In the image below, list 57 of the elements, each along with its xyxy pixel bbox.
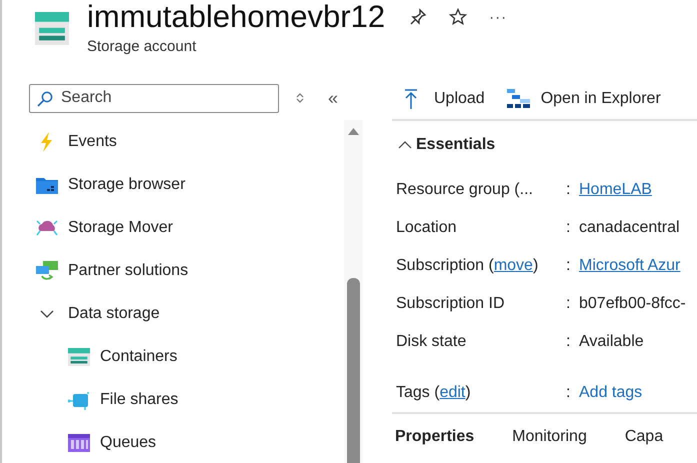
field-label: Tags (edit) bbox=[396, 384, 472, 402]
collapse-button[interactable]: « bbox=[328, 88, 338, 108]
sort-icon bbox=[296, 92, 304, 104]
scroll-up-icon bbox=[348, 128, 359, 135]
explorer-icon bbox=[506, 89, 531, 109]
separator: : bbox=[566, 384, 572, 402]
essentials-toggle[interactable]: Essentials bbox=[392, 123, 697, 167]
separator: : bbox=[566, 181, 572, 199]
storage-icon bbox=[68, 348, 90, 366]
separator: : bbox=[566, 219, 572, 237]
resource-type: Storage account bbox=[87, 38, 198, 55]
menu-item[interactable]: Containers bbox=[100, 348, 178, 366]
open-explorer-button[interactable]: Open in Explorer bbox=[506, 89, 661, 109]
tab[interactable]: Capa bbox=[624, 428, 664, 446]
tab[interactable]: Monitoring bbox=[512, 428, 587, 446]
field-label: Resource group (... bbox=[396, 181, 534, 199]
queue-icon bbox=[68, 434, 90, 452]
storage-icon bbox=[35, 12, 69, 45]
menu-item[interactable]: Storage browser bbox=[68, 176, 186, 194]
separator: : bbox=[566, 333, 572, 351]
menu-item[interactable]: Partner solutions bbox=[68, 262, 188, 280]
field-label: Subscription ID bbox=[396, 295, 506, 313]
scrollbar[interactable] bbox=[344, 120, 363, 463]
separator: : bbox=[566, 295, 572, 313]
more-button[interactable]: ··· bbox=[489, 8, 508, 26]
menu-item[interactable]: Events bbox=[68, 132, 117, 150]
add-tags-link[interactable]: Add tags bbox=[579, 384, 642, 402]
separator: : bbox=[566, 257, 572, 275]
field-label: Disk state bbox=[396, 333, 468, 351]
file-share-icon bbox=[68, 390, 90, 410]
label-link[interactable]: move bbox=[494, 257, 533, 274]
scrollbar-thumb[interactable] bbox=[347, 278, 360, 463]
cloud-icon bbox=[36, 218, 58, 238]
pin-icon bbox=[409, 8, 428, 26]
menu-group[interactable]: Data storage bbox=[68, 304, 160, 322]
field-label: Location bbox=[396, 219, 458, 237]
transfer-icon bbox=[36, 260, 58, 280]
chevron-down-icon[interactable] bbox=[40, 310, 54, 318]
menu-item[interactable]: Queues bbox=[100, 434, 156, 452]
field-value: canadacentral bbox=[579, 219, 680, 237]
upload-icon bbox=[404, 89, 418, 109]
menu-item[interactable]: File shares bbox=[100, 390, 178, 408]
field-value: Available bbox=[579, 333, 644, 351]
tab[interactable]: Properties bbox=[395, 428, 474, 446]
menu-item[interactable]: Storage Mover bbox=[68, 218, 173, 236]
upload-button[interactable]: Upload bbox=[404, 89, 485, 109]
label-link[interactable]: edit bbox=[440, 384, 466, 401]
value-link[interactable]: Microsoft Azur bbox=[579, 257, 680, 275]
field-label: Subscription (move) bbox=[396, 257, 540, 275]
value-link[interactable]: HomeLAB bbox=[579, 181, 652, 199]
search-icon bbox=[37, 90, 53, 106]
field-value: b07efb00-8fcc- bbox=[579, 295, 686, 313]
resource-title: immutablehomevbr12 bbox=[87, 0, 386, 35]
star-icon bbox=[449, 8, 468, 26]
lightning-icon bbox=[38, 132, 54, 152]
search-field[interactable]: Search bbox=[29, 84, 279, 112]
folder-icon bbox=[36, 176, 58, 194]
